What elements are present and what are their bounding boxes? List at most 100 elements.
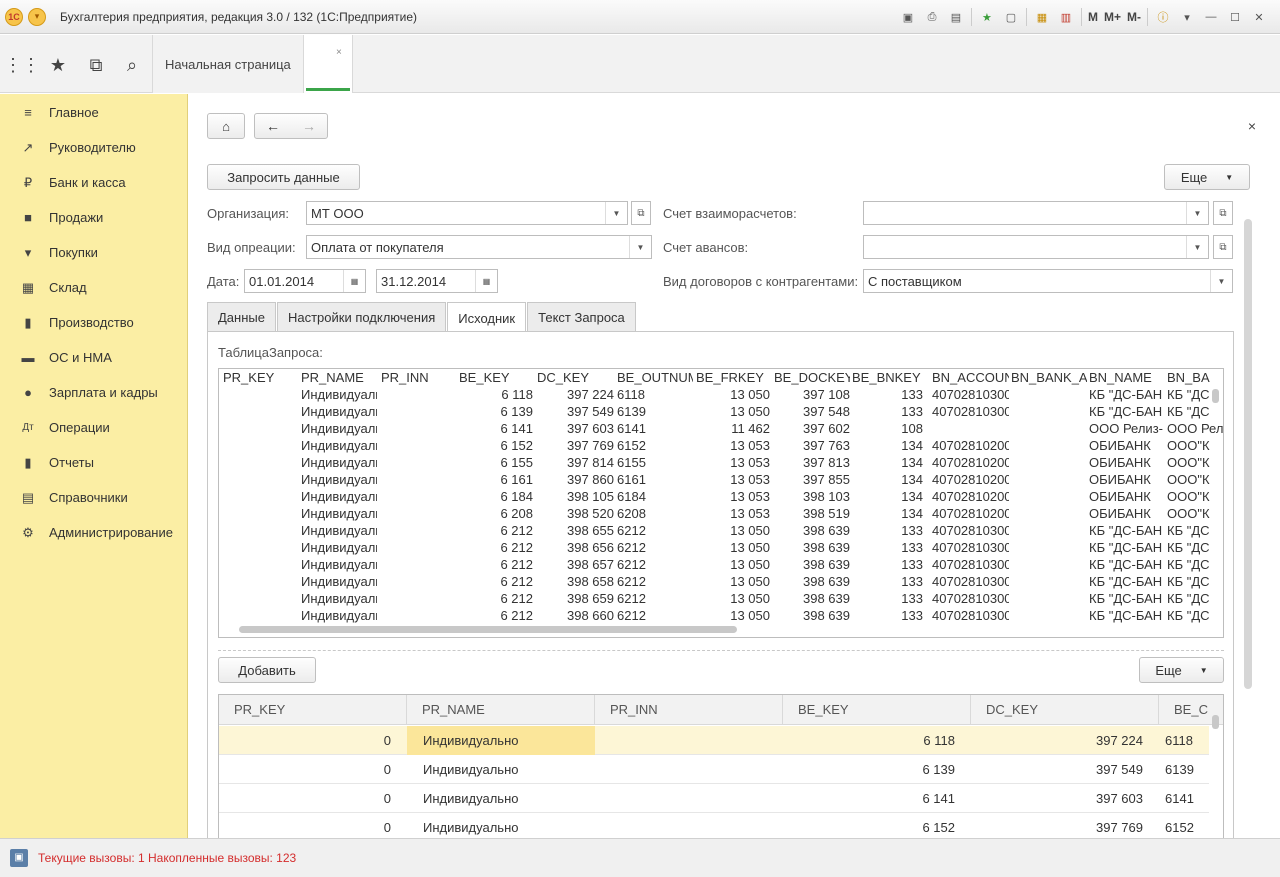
table-cell: 0 bbox=[383, 733, 391, 748]
info-icon[interactable]: ⓘ bbox=[1154, 8, 1172, 26]
grid-header-cell[interactable]: DC_KEY bbox=[971, 695, 1159, 725]
sidebar-item-label: Руководителю bbox=[49, 140, 136, 155]
sidebar-item-salary[interactable]: ● Зарплата и кадры bbox=[0, 375, 187, 410]
tab-source[interactable]: Исходник bbox=[447, 302, 527, 333]
acct-adv-field[interactable]: ▼ bbox=[863, 235, 1209, 259]
calendar-icon[interactable]: ▦ bbox=[475, 270, 497, 292]
memory-m-button[interactable]: M bbox=[1088, 8, 1098, 26]
tab-current-form[interactable]: × bbox=[302, 35, 353, 93]
minimize-icon[interactable]: — bbox=[1202, 8, 1220, 26]
query-table-row: Индивидуальн 6 152 397 7696152 13 053 397 76… bbox=[219, 438, 1219, 455]
table-cell: 6 139 bbox=[922, 762, 955, 777]
acct-adv-open-icon[interactable]: ⧉ bbox=[1213, 235, 1233, 259]
sidebar-item-reports[interactable]: ▮ Отчеты bbox=[0, 445, 187, 480]
grid-header-cell[interactable]: PR_KEY bbox=[219, 695, 407, 725]
sidebar-item-manager[interactable]: ↗ Руководителю bbox=[0, 130, 187, 165]
save-icon[interactable]: ▣ bbox=[899, 8, 917, 26]
close-icon[interactable]: ✕ bbox=[1250, 8, 1268, 26]
history-icon[interactable]: ▢ bbox=[1002, 8, 1020, 26]
org-field[interactable]: МТ ООО ▼ bbox=[306, 201, 628, 225]
memory-mminus-button[interactable]: M- bbox=[1127, 8, 1141, 26]
sidebar-item-production[interactable]: ▮ Производство bbox=[0, 305, 187, 340]
contract-dropdown-icon[interactable]: ▼ bbox=[1210, 270, 1232, 292]
org-value: МТ ООО bbox=[311, 205, 364, 221]
table-cell: 6 141 bbox=[922, 791, 955, 806]
sidebar-item-bank[interactable]: ₽ Банк и касса bbox=[0, 165, 187, 200]
sidebar-item-label: Склад bbox=[49, 280, 87, 295]
sidebar-item-references[interactable]: ▤ Справочники bbox=[0, 480, 187, 515]
sidebar-item-warehouse[interactable]: ▦ Склад bbox=[0, 270, 187, 305]
table-row[interactable]: 0 Индивидуально 6 118 397 224 6118 bbox=[219, 726, 1209, 755]
date-from-field[interactable]: 01.01.2014 ▦ bbox=[244, 269, 366, 293]
horizontal-scrollbar[interactable] bbox=[239, 626, 737, 633]
acct-mutual-field[interactable]: ▼ bbox=[863, 201, 1209, 225]
sidebar-item-purchases[interactable]: ▾ Покупки bbox=[0, 235, 187, 270]
grid-vertical-scrollbar[interactable] bbox=[1212, 715, 1219, 729]
forward-arrow-icon[interactable]: → bbox=[291, 118, 327, 134]
favorites-star-icon[interactable]: ★ bbox=[48, 55, 68, 75]
query-table-cell: ОБИБАНК bbox=[1089, 506, 1151, 521]
query-table-cell: ООО"К bbox=[1167, 506, 1210, 521]
form-vertical-scrollbar[interactable] bbox=[1244, 219, 1252, 689]
table-row[interactable]: 0 Индивидуально 6 141 397 603 6141 bbox=[219, 784, 1209, 813]
tab-data[interactable]: Данные bbox=[207, 302, 276, 332]
table-row[interactable]: 0 Индивидуально 6 152 397 769 6152 bbox=[219, 813, 1209, 839]
maximize-icon[interactable]: ☐ bbox=[1226, 8, 1244, 26]
sidebar-item-administration[interactable]: ⚙ Администрирование bbox=[0, 515, 187, 550]
acct-mutual-dropdown-icon[interactable]: ▼ bbox=[1186, 202, 1208, 224]
contract-field[interactable]: С поставщиком ▼ bbox=[863, 269, 1233, 293]
sidebar-item-operations[interactable]: Дт Операции bbox=[0, 410, 187, 445]
app-logo-icon[interactable]: 1С bbox=[5, 7, 23, 26]
back-arrow-icon[interactable]: ← bbox=[255, 118, 291, 134]
gear-icon: ⚙ bbox=[22, 524, 34, 540]
tab-connection-settings[interactable]: Настройки подключения bbox=[276, 302, 447, 332]
calculator-icon[interactable]: ▦ bbox=[1033, 8, 1051, 26]
calls-icon[interactable]: ▣ bbox=[10, 849, 28, 867]
query-table-cell: КБ "ДС bbox=[1167, 523, 1210, 538]
acct-mutual-open-icon[interactable]: ⧉ bbox=[1213, 201, 1233, 225]
sidebar-item-sales[interactable]: ■ Продажи bbox=[0, 200, 187, 235]
preview-icon[interactable]: ▤ bbox=[947, 8, 965, 26]
search-icon[interactable]: ⌕ bbox=[122, 55, 142, 75]
acct-adv-dropdown-icon[interactable]: ▼ bbox=[1186, 236, 1208, 258]
cart-icon: ▾ bbox=[24, 244, 32, 260]
table-row[interactable]: 0 Индивидуально 6 139 397 549 6139 bbox=[219, 755, 1209, 784]
grid-header-cell[interactable]: PR_INN bbox=[595, 695, 783, 725]
calendar-icon[interactable]: ▥ bbox=[1057, 8, 1075, 26]
request-data-button[interactable]: Запросить данные bbox=[207, 164, 360, 190]
query-table-cell: 13 050 bbox=[730, 591, 770, 606]
date-to-field[interactable]: 31.12.2014 ▦ bbox=[376, 269, 498, 293]
favorites-icon[interactable]: ★ bbox=[978, 8, 996, 26]
history-icon[interactable]: ⧉ bbox=[86, 55, 106, 75]
more-button[interactable]: Еще ▼ bbox=[1164, 164, 1250, 190]
main-menu-icon[interactable]: ▾ bbox=[28, 7, 46, 26]
optype-dropdown-icon[interactable]: ▼ bbox=[629, 236, 651, 258]
table-cell: Индивидуально bbox=[407, 726, 595, 755]
calendar-icon[interactable]: ▦ bbox=[343, 270, 365, 292]
data-grid[interactable]: PR_KEY PR_NAME PR_INN BE_KEY DC_KEY BE_C 0 Инд… bbox=[218, 694, 1224, 839]
query-table-textbox[interactable]: PR_KEY PR_NAME PR_INN BE_KEY DC_KEY BE_OUTNUM… bbox=[218, 368, 1224, 638]
org-open-icon[interactable]: ⧉ bbox=[631, 201, 651, 225]
memory-mplus-button[interactable]: M+ bbox=[1104, 8, 1121, 26]
apps-grid-icon[interactable]: ⋮⋮ bbox=[4, 55, 40, 75]
splitter[interactable] bbox=[218, 650, 1224, 651]
sidebar-item-main[interactable]: ≡ Главное bbox=[0, 95, 187, 130]
sidebar-item-assets[interactable]: ▬ ОС и НМА bbox=[0, 340, 187, 375]
grid-header-cell[interactable]: BE_KEY bbox=[783, 695, 971, 725]
query-table-cell: 133 bbox=[901, 404, 923, 419]
query-table-cell: 13 053 bbox=[730, 455, 770, 470]
org-dropdown-icon[interactable]: ▼ bbox=[605, 202, 627, 224]
query-table-cell: 40702810300 bbox=[932, 540, 1009, 555]
tab-query-text[interactable]: Текст Запроса bbox=[527, 302, 636, 332]
dropdown-icon[interactable]: ▾ bbox=[1178, 8, 1196, 26]
home-button[interactable]: ⌂ bbox=[207, 113, 245, 139]
query-table-cell: КБ "ДС-БАН bbox=[1089, 523, 1163, 538]
tab-close-icon[interactable]: × bbox=[336, 47, 342, 58]
add-button[interactable]: Добавить bbox=[218, 657, 316, 683]
grid-header-cell[interactable]: PR_NAME bbox=[407, 695, 595, 725]
form-close-icon[interactable]: × bbox=[1248, 118, 1256, 134]
grid-more-button[interactable]: Еще ▼ bbox=[1139, 657, 1224, 683]
tab-home-page[interactable]: Начальная страница bbox=[152, 35, 303, 93]
print-icon[interactable]: ⎙ bbox=[923, 8, 941, 26]
optype-field[interactable]: Оплата от покупателя ▼ bbox=[306, 235, 652, 259]
